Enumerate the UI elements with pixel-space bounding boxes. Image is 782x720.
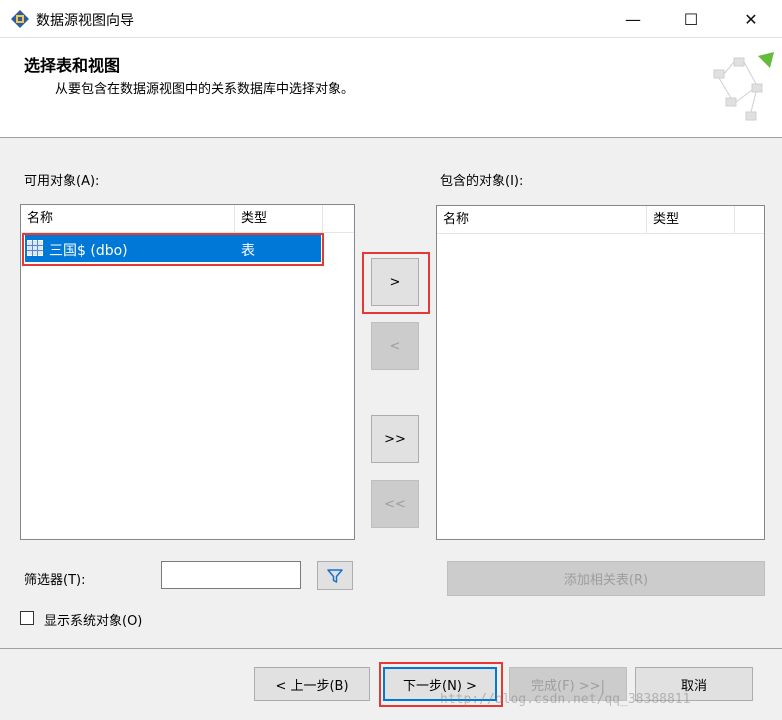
column-header-name[interactable]: 名称 xyxy=(437,206,647,234)
table-icon xyxy=(27,240,43,256)
datasource-diagram-icon xyxy=(713,52,774,121)
column-header-type[interactable]: 类型 xyxy=(235,205,323,233)
page-title: 选择表和视图 xyxy=(24,56,121,75)
wizard-header: 选择表和视图 从要包含在数据源视图中的关系数据库中选择对象。 xyxy=(0,38,782,138)
row-type: 表 xyxy=(241,243,255,259)
included-objects-list[interactable]: 名称 类型 xyxy=(436,205,765,540)
show-system-objects-label: 显示系统对象(O) xyxy=(44,614,143,629)
close-button[interactable]: ✕ xyxy=(728,0,774,38)
column-header-name[interactable]: 名称 xyxy=(21,205,235,233)
included-objects-label: 包含的对象(I): xyxy=(440,174,524,189)
apply-filter-button[interactable] xyxy=(317,561,353,590)
watermark: http://blog.csdn.net/qq_38388811 xyxy=(440,692,691,707)
add-related-tables-button[interactable]: 添加相关表(R) xyxy=(447,561,765,596)
available-objects-list[interactable]: 名称 类型 三国$ (dbo) 表 xyxy=(20,204,355,540)
minimize-button[interactable]: — xyxy=(610,0,656,38)
footer-divider xyxy=(0,648,782,649)
remove-all-objects-button[interactable]: << xyxy=(371,480,419,528)
add-all-objects-button[interactable]: >> xyxy=(371,415,419,463)
wizard-app-icon xyxy=(11,10,29,28)
available-objects-label: 可用对象(A): xyxy=(24,174,100,189)
title-bar: 数据源视图向导 — ☐ ✕ xyxy=(0,0,782,38)
back-button[interactable]: < 上一步(B) xyxy=(254,667,370,701)
available-list-header: 名称 类型 xyxy=(21,205,354,233)
show-system-objects-checkbox[interactable] xyxy=(20,611,34,625)
filter-input[interactable] xyxy=(161,561,301,589)
filter-icon xyxy=(327,568,343,583)
table-row[interactable]: 三国$ (dbo) 表 xyxy=(25,235,321,262)
maximize-button[interactable]: ☐ xyxy=(668,0,714,38)
row-name: 三国$ (dbo) xyxy=(49,243,128,259)
page-subtitle: 从要包含在数据源视图中的关系数据库中选择对象。 xyxy=(55,82,355,97)
column-header-type[interactable]: 类型 xyxy=(647,206,735,234)
remove-object-button[interactable]: < xyxy=(371,322,419,370)
included-list-header: 名称 类型 xyxy=(437,206,764,234)
window-title: 数据源视图向导 xyxy=(36,13,134,29)
add-object-button[interactable]: > xyxy=(371,258,419,306)
filter-label: 筛选器(T): xyxy=(24,573,86,588)
